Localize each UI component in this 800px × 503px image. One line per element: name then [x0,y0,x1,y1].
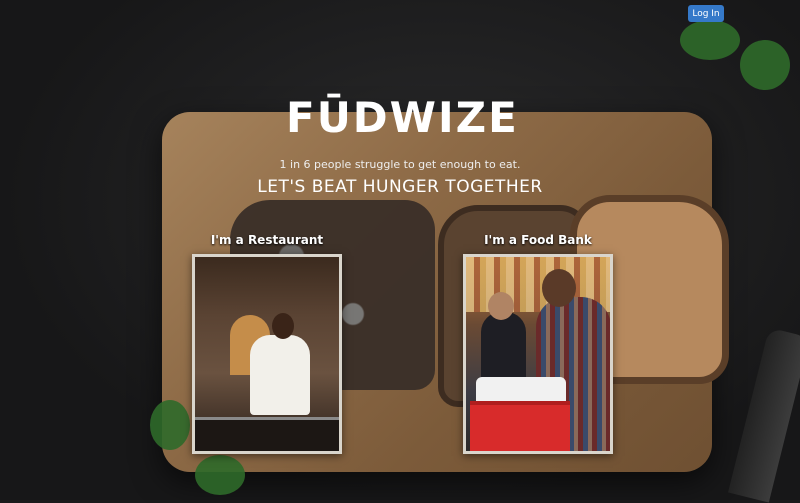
foodbank-option-title[interactable]: I'm a Food Bank [463,233,613,247]
herb-leaf [680,20,740,60]
red-crate [470,401,570,451]
herb-leaf [150,400,190,450]
chef-figure [250,335,310,415]
herb-leaf [195,455,245,495]
headline: LET'S BEAT HUNGER TOGETHER [257,177,543,197]
volunteer-head [542,269,576,307]
counter [195,417,339,451]
login-button[interactable]: Log In [688,5,724,22]
volunteer-head [488,292,514,320]
herb-leaf [740,40,790,90]
tagline: 1 in 6 people struggle to get enough to … [279,158,521,171]
restaurant-option-title[interactable]: I'm a Restaurant [192,233,342,247]
foodbank-option-card[interactable] [463,254,613,454]
chef-head [272,313,294,339]
brand-logo: FŪDWIZE [286,93,519,142]
restaurant-option-card[interactable] [192,254,342,454]
